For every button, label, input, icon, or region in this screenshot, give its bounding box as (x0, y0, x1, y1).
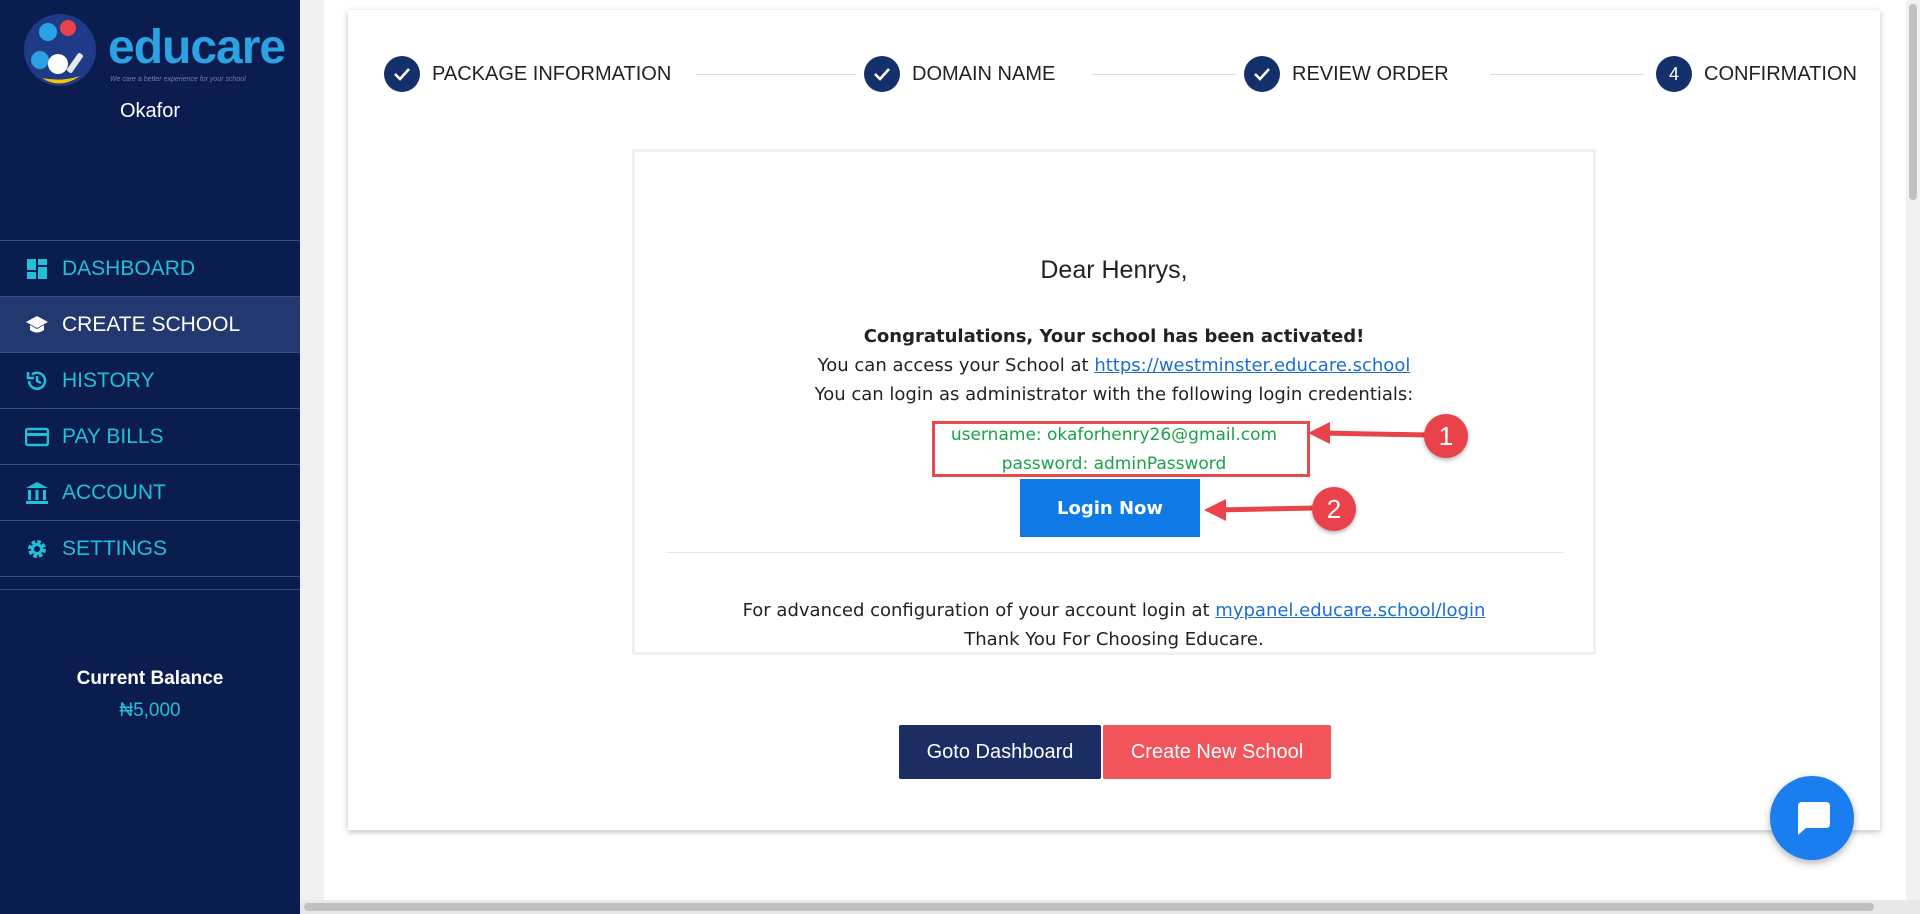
horizontal-scroll-thumb[interactable] (304, 903, 1874, 911)
chat-button[interactable] (1770, 776, 1854, 860)
annotation-arrows (1204, 422, 1429, 521)
chat-bubble-icon (1798, 802, 1830, 835)
annotation-marker-1: 1 (1424, 414, 1468, 458)
annotation-marker-2: 2 (1312, 487, 1356, 531)
vertical-scroll-thumb[interactable] (1909, 4, 1917, 200)
